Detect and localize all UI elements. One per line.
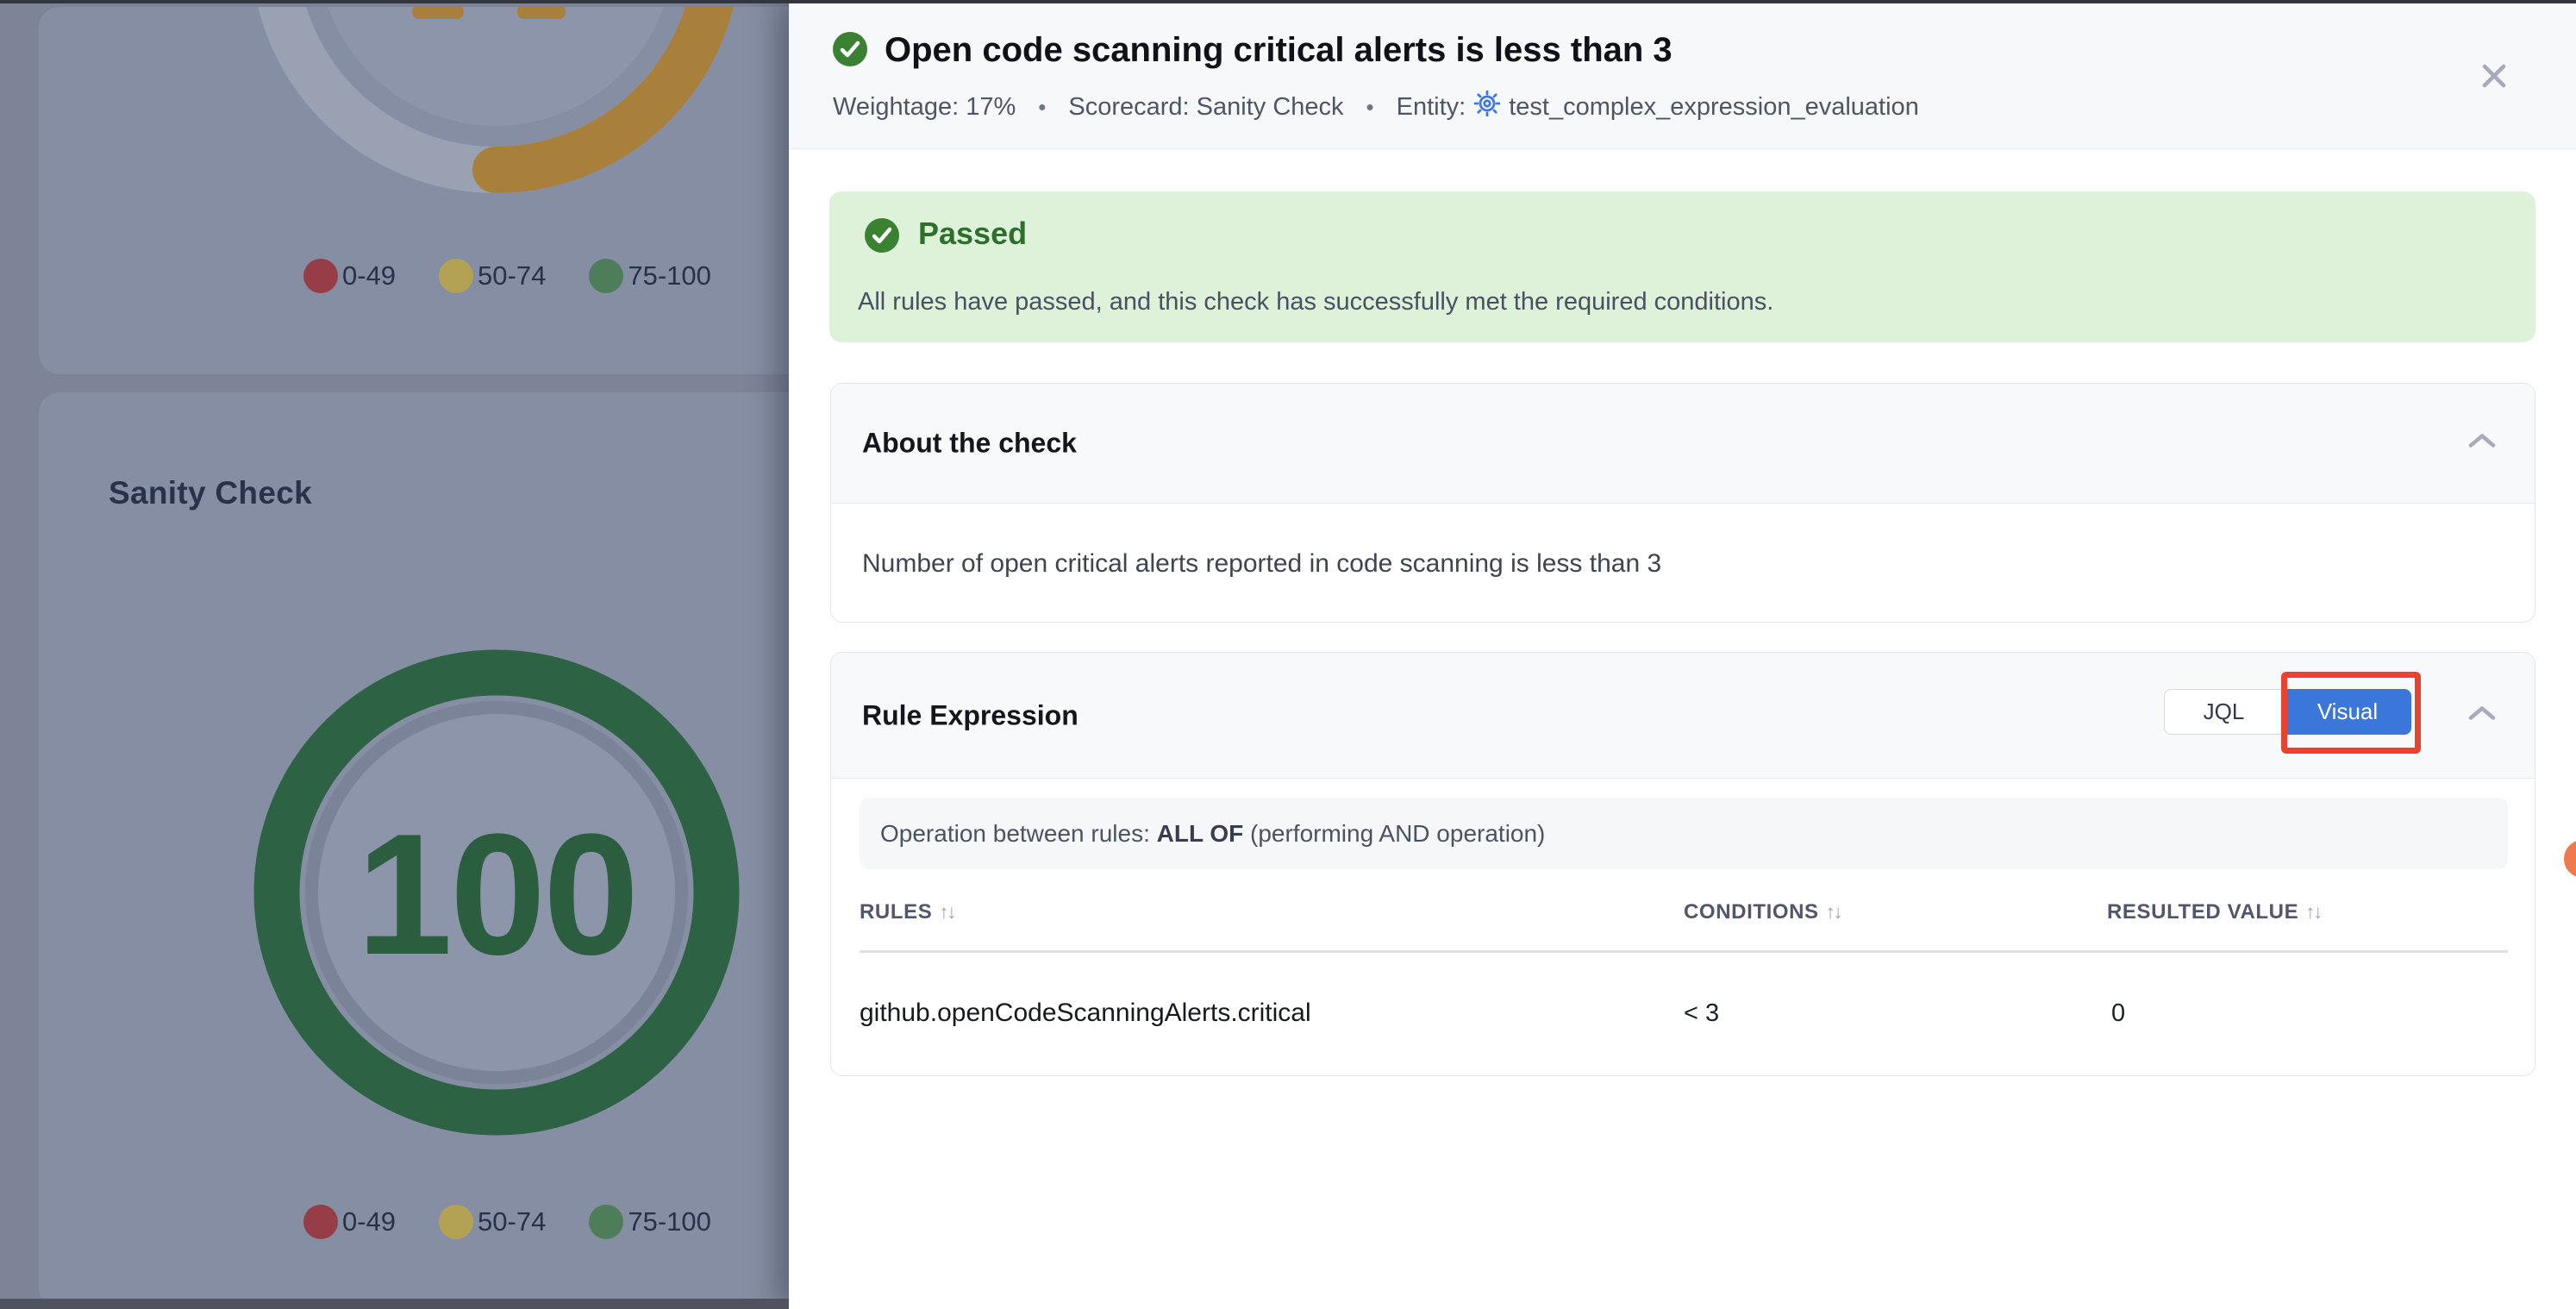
- legend-label: 75-100: [628, 1206, 711, 1237]
- column-header-resulted-value[interactable]: RESULTED VALUE ↑↓: [2107, 895, 2321, 930]
- passed-check-icon: [865, 218, 899, 257]
- rule-cell: github.openCodeScanningAlerts.critical: [860, 996, 1311, 1030]
- legend-item: 0-49: [303, 259, 396, 293]
- column-label: RULES: [860, 900, 932, 924]
- legend-dot-green: [589, 1205, 623, 1239]
- check-passed-icon: [833, 32, 867, 71]
- jql-toggle-button[interactable]: JQL: [2164, 689, 2284, 735]
- legend-label: 75-100: [628, 260, 711, 291]
- operation-suffix: (performing AND operation): [1243, 820, 1545, 848]
- sort-icon[interactable]: ↑↓: [1826, 901, 1841, 924]
- gauge-score-value: 100: [281, 809, 712, 981]
- legend-label: 0-49: [342, 1206, 396, 1237]
- legend-label: 50-74: [478, 1206, 546, 1237]
- status-banner-passed: Passed All rules have passed, and this c…: [829, 191, 2535, 342]
- resulted-value-cell: 0: [2111, 996, 2125, 1030]
- rule-card-title: Rule Expression: [862, 699, 1079, 731]
- legend-item: 75-100: [589, 259, 711, 293]
- drawer-header: Open code scanning critical alerts is le…: [789, 0, 2576, 149]
- legend-label: 50-74: [478, 260, 546, 291]
- rule-expression-card: Rule Expression JQL Visual Operation bet…: [830, 652, 2535, 1076]
- legend-item: 50-74: [439, 1205, 546, 1239]
- legend-dot-yellow: [439, 1205, 473, 1239]
- legend-item: 50-74: [439, 259, 546, 293]
- dimmed-backdrop: 0-49 50-74 75-100 Sanity Check 100 0-49 …: [0, 0, 789, 1309]
- rule-card-header: Rule Expression JQL Visual: [831, 653, 2535, 779]
- sort-icon[interactable]: ↑↓: [939, 901, 954, 924]
- legend-label: 0-49: [342, 260, 396, 291]
- close-drawer-button[interactable]: [2475, 57, 2513, 95]
- operation-between-rules-bar: Operation between rules: ALL OF (perform…: [860, 798, 2508, 869]
- column-header-conditions[interactable]: CONDITIONS ↑↓: [1684, 895, 1841, 930]
- bullet-separator: •: [1366, 94, 1374, 121]
- column-label: CONDITIONS: [1684, 900, 1819, 924]
- check-meta-row: Weightage: 17% • Scorecard: Sanity Check…: [833, 91, 1919, 123]
- screen-top-edge: [0, 0, 2576, 3]
- column-label: RESULTED VALUE: [2107, 900, 2298, 924]
- about-card-title: About the check: [862, 428, 1077, 460]
- entity-meta: Entity: test_complex_expression_evaluati…: [1397, 91, 1919, 123]
- status-description: All rules have passed, and this check ha…: [858, 288, 1773, 316]
- gauge-legend: 0-49 50-74 75-100: [303, 1205, 711, 1239]
- check-title: Open code scanning critical alerts is le…: [885, 31, 1673, 70]
- visual-toggle-button[interactable]: Visual: [2284, 689, 2411, 735]
- check-details-drawer: Open code scanning critical alerts is le…: [789, 0, 2576, 1309]
- entity-name-link[interactable]: test_complex_expression_evaluation: [1509, 93, 1919, 122]
- operation-type: ALL OF: [1157, 820, 1244, 848]
- gauge-value-cutoff: [517, 7, 566, 19]
- operation-prefix: Operation between rules:: [880, 820, 1157, 848]
- weightage-value: Weightage: 17%: [833, 93, 1016, 122]
- legend-dot-green: [589, 259, 623, 293]
- collapse-chevron-icon[interactable]: [2467, 433, 2497, 454]
- gauge-legend: 0-49 50-74 75-100: [303, 259, 711, 293]
- entity-label: Entity:: [1397, 93, 1466, 122]
- gauge-value-cutoff: [412, 7, 464, 19]
- about-card-header: About the check: [831, 384, 2535, 504]
- legend-dot-yellow: [439, 259, 473, 293]
- legend-dot-red: [303, 1205, 338, 1239]
- bullet-separator: •: [1038, 94, 1046, 121]
- legend-item: 75-100: [589, 1205, 711, 1239]
- blueprint-gear-icon: [1474, 91, 1500, 123]
- about-card-body: Number of open critical alerts reported …: [862, 504, 1661, 623]
- legend-item: 0-49: [303, 1205, 396, 1239]
- condition-cell: < 3: [1684, 996, 1719, 1030]
- sort-icon[interactable]: ↑↓: [2305, 901, 2321, 924]
- legend-dot-red: [303, 259, 338, 293]
- scorecard-value: Scorecard: Sanity Check: [1068, 93, 1343, 122]
- collapse-chevron-icon[interactable]: [2467, 705, 2497, 726]
- status-title: Passed: [918, 216, 1027, 252]
- expression-mode-toggle: JQL Visual: [2164, 689, 2411, 735]
- screen-bottom-edge: [0, 1299, 789, 1309]
- column-header-rules[interactable]: RULES ↑↓: [860, 895, 954, 930]
- table-divider: [860, 950, 2508, 953]
- about-check-card: About the check Number of open critical …: [830, 383, 2535, 623]
